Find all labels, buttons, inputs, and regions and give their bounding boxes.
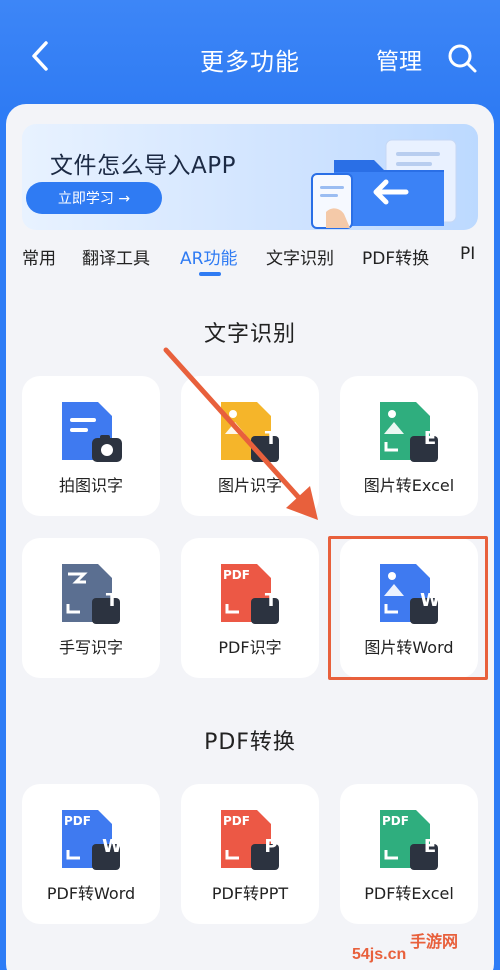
card-label: PDF转Excel (364, 884, 454, 903)
card-label: PDF识字 (218, 638, 282, 657)
banner-title: 文件怎么导入APP (50, 153, 236, 179)
pdf-to-ppt-card[interactable]: PDF转PPT (181, 784, 319, 924)
watermark-url: 54js.cn (352, 946, 407, 963)
pdf-mark: PDF (223, 814, 250, 828)
category-tabs: 常用 翻译工具 AR功能 文字识别 PDF转换 PI (0, 238, 500, 278)
tab-translation-tools[interactable]: 翻译工具 (82, 244, 150, 269)
badge-letter: W (102, 836, 122, 857)
badge-letter: T (264, 428, 278, 449)
tab-pdf-convert[interactable]: PDF转换 (362, 244, 429, 269)
badge-letter: T (264, 590, 278, 611)
learn-now-button[interactable]: 立即学习 → (26, 182, 162, 214)
card-label: 图片转Excel (363, 476, 455, 495)
site-watermark: 手游网 54js.cn (348, 926, 498, 970)
manage-button[interactable]: 管理 (376, 42, 422, 76)
badge-letter: P (264, 836, 278, 857)
tab-more[interactable]: PI (460, 244, 475, 264)
card-label: 拍图识字 (58, 476, 123, 495)
pdf-mark: PDF (64, 814, 91, 828)
handwriting-text-card[interactable]: 手写识字 (22, 538, 160, 678)
pdf-mark: PDF (382, 814, 409, 828)
image-to-excel-card[interactable]: 图片转Excel (340, 376, 478, 516)
pointer-arrow-icon (163, 347, 318, 520)
tab-ar[interactable]: AR功能 (180, 244, 237, 269)
photo-text-icon (62, 402, 122, 462)
badge-letter: E (423, 836, 437, 857)
search-icon[interactable] (446, 42, 478, 74)
active-tab-indicator (199, 272, 221, 276)
pdf-to-word-card[interactable]: PDF转Word (22, 784, 160, 924)
tab-common[interactable]: 常用 (22, 244, 56, 269)
badge-letter: W (420, 590, 440, 611)
pdf-text-card[interactable]: PDF识字 (181, 538, 319, 678)
badge-letter: E (423, 428, 437, 449)
page-title: 更多功能 (200, 48, 300, 76)
tab-text-recognition[interactable]: 文字识别 (266, 244, 334, 269)
card-label: PDF转Word (46, 884, 136, 903)
highlight-box (328, 536, 488, 680)
file-import-illustration-icon (311, 139, 457, 229)
card-label: 手写识字 (58, 638, 123, 657)
watermark-brand: 手游网 (410, 932, 459, 951)
card-label: PDF转PPT (211, 884, 289, 903)
pdf-mark: PDF (223, 568, 250, 582)
photo-text-card[interactable]: 拍图识字 (22, 376, 160, 516)
section-title-pdf-convert: PDF转换 (204, 730, 296, 755)
pdf-to-excel-card[interactable]: PDF转Excel (340, 784, 478, 924)
badge-letter: T (105, 590, 119, 611)
